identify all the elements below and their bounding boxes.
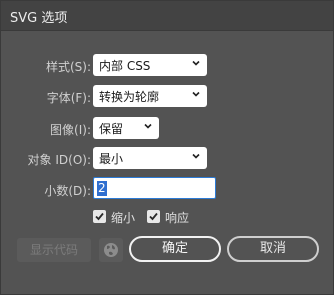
ok-button-label: 确定 <box>161 241 188 256</box>
globe-icon <box>104 243 118 257</box>
font-select[interactable]: 转换为轮廓 <box>93 85 207 107</box>
responsive-checkbox-box[interactable] <box>147 210 160 223</box>
font-label: 字体(F): <box>46 91 91 105</box>
chevron-down-icon <box>144 123 152 129</box>
object-id-select-value: 最小 <box>99 152 124 166</box>
style-select[interactable]: 内部 CSS <box>93 54 207 76</box>
minify-label: 缩小 <box>111 211 136 225</box>
check-icon <box>149 212 158 221</box>
responsive-checkbox[interactable]: 响应 <box>147 210 193 225</box>
cancel-button[interactable]: 取消 <box>227 236 319 262</box>
font-row: 字体(F): 转换为轮廓 <box>1 85 334 109</box>
responsive-label: 响应 <box>165 211 190 225</box>
check-icon <box>95 212 104 221</box>
ok-button[interactable]: 确定 <box>129 236 221 262</box>
decimals-input[interactable]: 2 <box>93 177 216 199</box>
web-preview-button[interactable] <box>99 238 123 262</box>
decimals-label: 小数(D): <box>44 184 91 198</box>
object-id-label: 对象 ID(O): <box>27 153 91 167</box>
image-select-value: 保留 <box>99 122 124 136</box>
font-select-value: 转换为轮廓 <box>99 90 160 104</box>
chevron-down-icon <box>192 91 200 97</box>
image-select[interactable]: 保留 <box>93 117 159 139</box>
decimals-input-value: 2 <box>97 181 107 196</box>
decimals-row: 小数(D): 2 <box>1 177 334 202</box>
chevron-down-icon <box>192 60 200 66</box>
chevron-down-icon <box>192 153 200 159</box>
minify-checkbox-box[interactable] <box>93 210 106 223</box>
cancel-button-label: 取消 <box>259 241 286 256</box>
dialog-title: SVG 选项 <box>10 11 68 26</box>
minify-checkbox[interactable]: 缩小 <box>93 210 137 225</box>
image-row: 图像(I): 保留 <box>1 117 334 141</box>
title-bar[interactable]: SVG 选项 <box>1 1 333 31</box>
svg-options-dialog: SVG 选项 样式(S): 内部 CSS 字体(F): 转换为轮廓 图像(I):… <box>0 0 334 295</box>
style-label: 样式(S): <box>45 60 91 74</box>
style-row: 样式(S): 内部 CSS <box>1 54 334 78</box>
object-id-select[interactable]: 最小 <box>93 147 207 169</box>
style-select-value: 内部 CSS <box>99 59 151 73</box>
show-code-button[interactable]: 显示代码 <box>17 238 91 262</box>
object-id-row: 对象 ID(O): 最小 <box>1 147 334 171</box>
image-label: 图像(I): <box>50 123 91 137</box>
